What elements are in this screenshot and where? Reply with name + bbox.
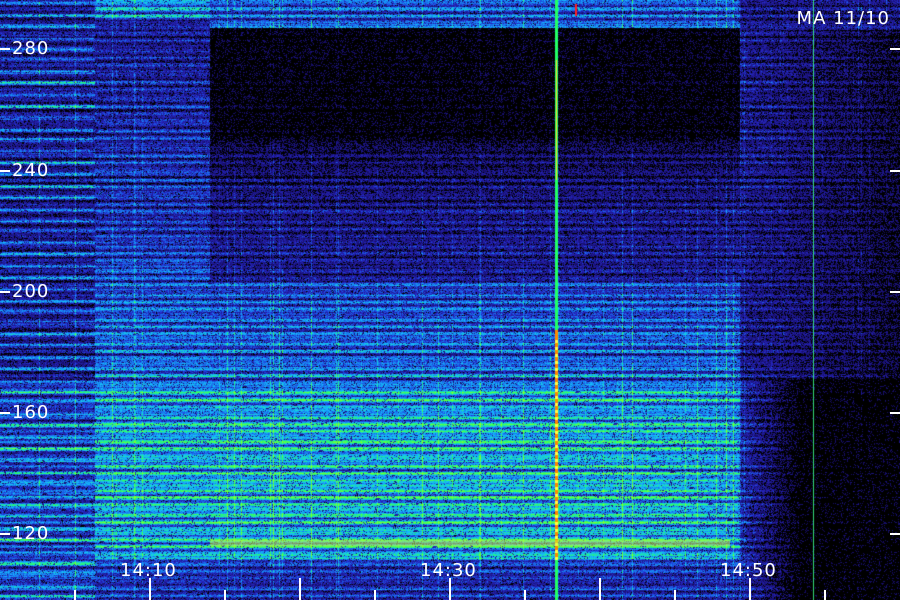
- station-date-label: MA 11/10: [796, 8, 890, 29]
- y-tick-label-240: 240: [12, 160, 50, 181]
- y-tick-label-160: 160: [12, 402, 50, 423]
- spectrogram-image: [0, 0, 900, 600]
- x-tick-label-1450: 14:50: [720, 560, 777, 581]
- x-tick-label-1410: 14:10: [120, 560, 177, 581]
- x-tick-label-1430: 14:30: [420, 560, 477, 581]
- y-tick-label-120: 120: [12, 523, 50, 544]
- y-tick-label-200: 200: [12, 281, 50, 302]
- y-tick-label-280: 280: [12, 38, 50, 59]
